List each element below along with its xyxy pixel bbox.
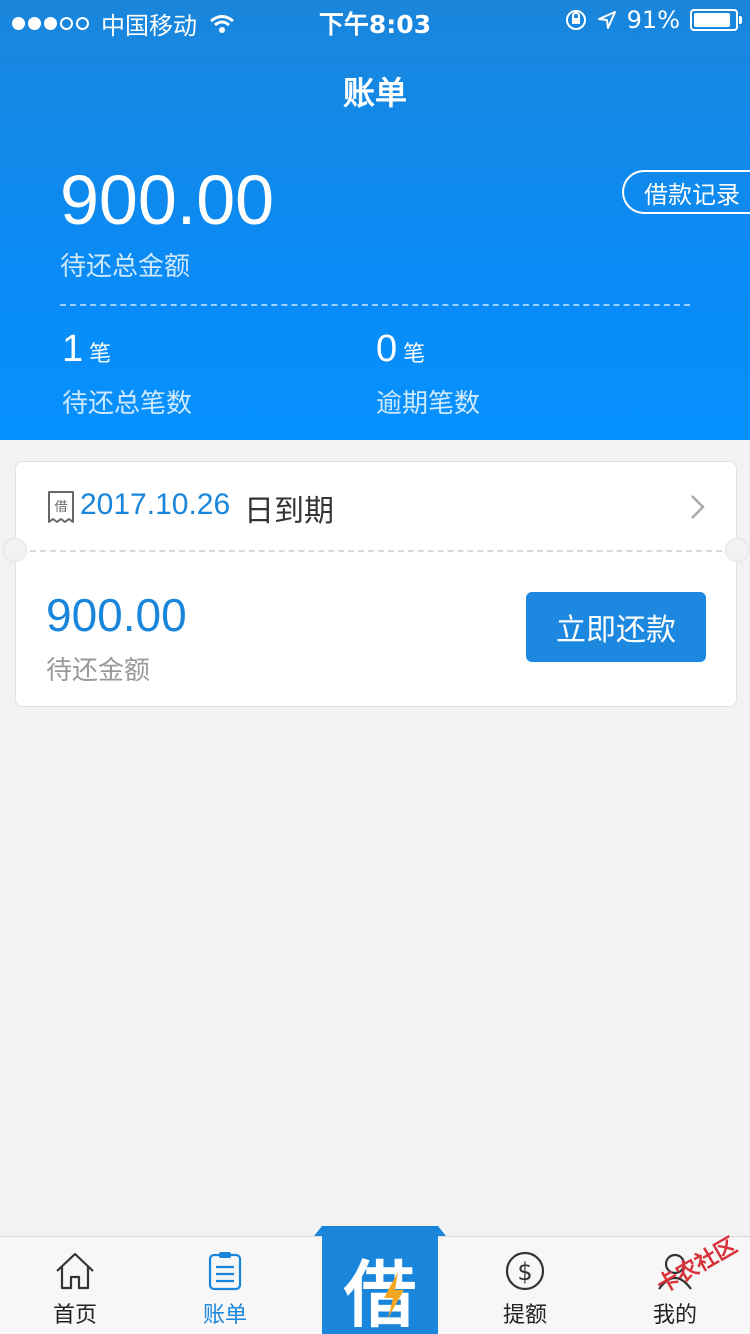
bill-icon	[208, 1252, 242, 1291]
pending-count-stat: 1笔 待还总笔数	[62, 328, 192, 420]
divider	[60, 304, 690, 306]
loan-record-button[interactable]: 借款记录	[622, 170, 750, 214]
card-notch-left	[3, 538, 27, 562]
pending-unit: 笔	[89, 342, 112, 367]
tab-bill[interactable]: 账单	[150, 1237, 300, 1334]
overdue-count-label: 逾期笔数	[376, 389, 481, 419]
tab-home[interactable]: 首页	[0, 1237, 150, 1334]
total-amount: 900.00	[60, 161, 275, 239]
card-notch-right	[725, 538, 749, 562]
receipt-icon-text: 借	[54, 500, 67, 515]
header: 中国移动 下午8:03 91% 账单 900.00 待还总金额 借款记录 1 笔…	[0, 0, 750, 440]
status-bar: 中国移动 下午8:03 91%	[0, 0, 750, 40]
bill-card-header[interactable]: 借 2017.10.26 日到期	[16, 462, 736, 550]
tab-borrow[interactable]: 借	[322, 1226, 438, 1334]
repay-now-button[interactable]: 立即还款	[526, 592, 706, 662]
receipt-icon: 借	[48, 491, 74, 523]
rotation-lock-icon	[565, 10, 586, 30]
battery-icon	[690, 9, 742, 31]
lightning-icon	[384, 1272, 404, 1318]
tab-mine-label: 我的	[652, 1303, 697, 1328]
bill-amount: 900.00	[46, 589, 187, 641]
chevron-right-icon[interactable]	[688, 492, 708, 522]
tab-increase-limit-label: 提额	[502, 1303, 547, 1328]
location-icon	[597, 11, 616, 29]
battery-percent: 91%	[626, 6, 680, 34]
pending-count: 1	[62, 328, 84, 370]
overdue-count-stat: 0笔 逾期笔数	[376, 328, 480, 420]
total-amount-label: 待还总金额	[60, 252, 191, 282]
overdue-count: 0	[376, 328, 398, 370]
dollar-icon: $	[505, 1251, 545, 1291]
due-suffix: 日到期	[244, 494, 334, 529]
tab-increase-limit[interactable]: $ 提额	[450, 1237, 600, 1334]
bill-amount-label: 待还金额	[46, 656, 151, 686]
overdue-unit: 笔	[403, 342, 426, 367]
tab-bill-label: 账单	[202, 1303, 247, 1328]
pending-count-label: 待还总笔数	[62, 389, 193, 419]
home-icon	[56, 1252, 94, 1290]
card-divider	[30, 550, 722, 552]
page-title: 账单	[342, 74, 407, 112]
bill-card: 借 2017.10.26 日到期 900.00 待还金额 立即还款	[3, 461, 749, 707]
tab-home-label: 首页	[52, 1303, 97, 1328]
due-date: 2017.10.26	[80, 488, 231, 521]
svg-text:$: $	[517, 1258, 532, 1286]
